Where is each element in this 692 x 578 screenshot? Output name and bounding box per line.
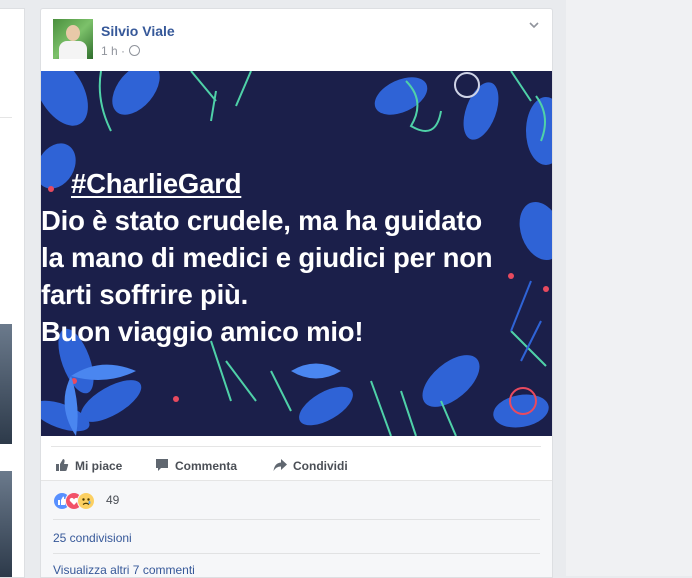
comment-button[interactable]: Commenta	[155, 458, 237, 475]
feed-post: Silvio Viale 1 h · #CharlieGard Dio è st…	[40, 8, 553, 578]
like-button[interactable]: Mi piace	[55, 458, 122, 475]
time-text[interactable]: 1 h	[101, 44, 118, 58]
share-arrow-icon	[273, 458, 287, 475]
share-label: Condividi	[293, 459, 348, 473]
post-timestamp[interactable]: 1 h ·	[101, 44, 141, 58]
right-sidebar	[566, 0, 692, 576]
view-more-comments-link[interactable]: Visualizza altri 7 commenti	[53, 563, 540, 577]
reactions-count[interactable]: 49	[106, 493, 119, 507]
feedback-section: 49 25 condivisioni Visualizza altri 7 co…	[41, 480, 552, 577]
thumbnail-image[interactable]	[0, 471, 12, 577]
caption-line: Dio è stato crudele, ma ha guidato	[41, 205, 482, 236]
comment-label: Commenta	[175, 459, 238, 473]
comment-icon	[155, 458, 169, 475]
thumbs-up-icon	[55, 458, 69, 475]
hashtag-link: #CharlieGard	[71, 168, 242, 199]
divider	[53, 519, 540, 520]
author-name[interactable]: Silvio Viale	[101, 23, 175, 39]
image-caption: #CharlieGard Dio è stato crudele, ma ha …	[41, 165, 552, 350]
sad-icon	[77, 492, 95, 510]
action-bar: Mi piace Commenta Condividi	[51, 446, 541, 481]
caption-line: farti soffrire più.	[41, 279, 249, 310]
post-header: Silvio Viale 1 h ·	[41, 9, 552, 71]
divider	[0, 117, 12, 118]
caption-line: la mano di medici e giudici per non	[41, 242, 493, 273]
globe-icon	[129, 45, 141, 56]
thumbnail-image[interactable]	[0, 324, 12, 444]
shares-link[interactable]: 25 condivisioni	[53, 531, 540, 545]
left-column-card	[0, 8, 25, 578]
avatar[interactable]	[53, 19, 93, 59]
post-image[interactable]: #CharlieGard Dio è stato crudele, ma ha …	[41, 71, 552, 436]
chevron-down-icon[interactable]	[528, 19, 540, 31]
like-label: Mi piace	[75, 459, 123, 473]
share-button[interactable]: Condividi	[273, 458, 348, 475]
divider	[53, 553, 540, 554]
caption-line: Buon viaggio amico mio!	[41, 316, 364, 347]
time-separator: ·	[121, 44, 126, 58]
